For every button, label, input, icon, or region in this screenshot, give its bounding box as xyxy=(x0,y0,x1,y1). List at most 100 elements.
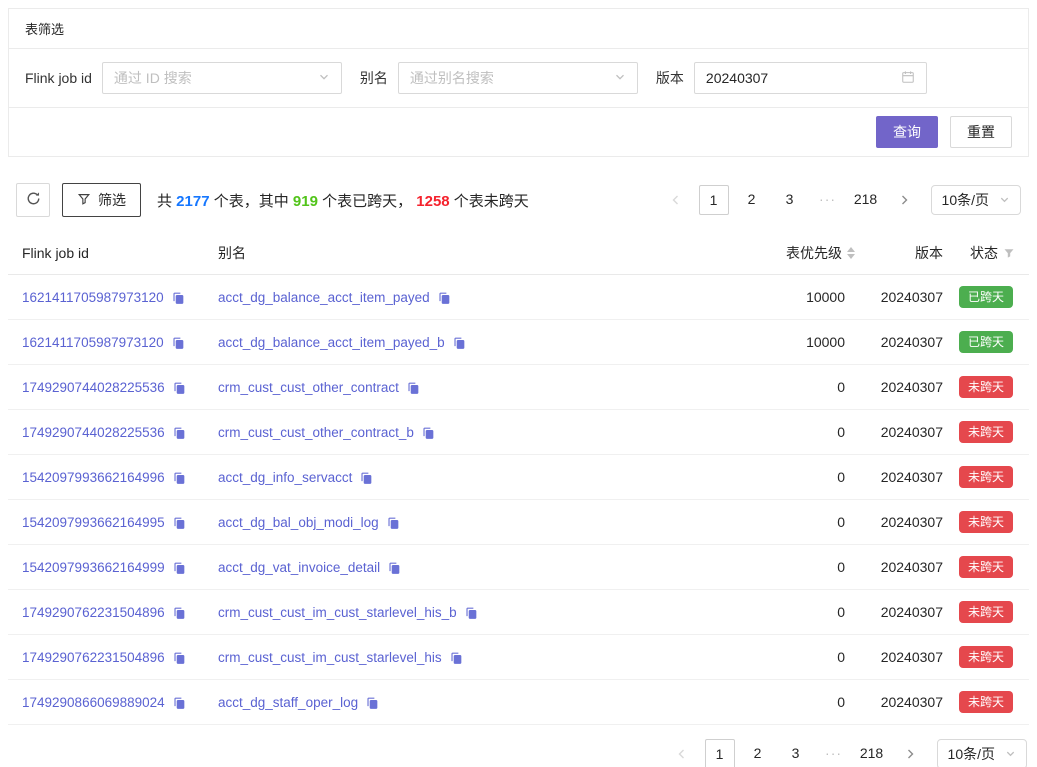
page-size-select[interactable]: 10条/页 xyxy=(931,185,1021,215)
chevron-down-icon xyxy=(1005,746,1016,762)
table-row: 1749290866069889024 acct_dg_staff_oper_lo… xyxy=(8,680,1029,725)
copy-icon[interactable] xyxy=(172,696,186,710)
priority-value: 0 xyxy=(735,424,855,440)
status-badge: 未跨天 xyxy=(959,691,1013,713)
job-id-link[interactable]: 1542097993662164996 xyxy=(22,470,165,485)
status-badge: 未跨天 xyxy=(959,556,1013,578)
job-id-link[interactable]: 1749290866069889024 xyxy=(22,695,165,710)
job-id-link[interactable]: 1749290744028225536 xyxy=(22,380,165,395)
next-page-button[interactable] xyxy=(889,185,919,215)
col-priority[interactable]: 表优先级 xyxy=(735,243,855,263)
page-button-2[interactable]: 2 xyxy=(737,185,767,215)
alias-field: 别名 通过别名搜索 xyxy=(360,62,656,94)
sort-carets-icon[interactable] xyxy=(847,247,855,259)
alias-link[interactable]: crm_cust_cust_im_cust_starlevel_his xyxy=(218,650,442,665)
page-button-3[interactable]: 3 xyxy=(781,739,811,767)
flink-job-id-placeholder: 通过 ID 搜索 xyxy=(114,68,192,88)
total-count: 2177 xyxy=(176,193,209,210)
copy-icon[interactable] xyxy=(172,651,186,665)
priority-value: 10000 xyxy=(735,334,855,350)
status-badge: 未跨天 xyxy=(959,511,1013,533)
summary-part: 个表已跨天， xyxy=(318,193,416,210)
alias-link[interactable]: crm_cust_cust_other_contract xyxy=(218,380,399,395)
results-table: Flink job id 别名 表优先级 版本 状态 1621411705987… xyxy=(8,231,1029,725)
refresh-icon xyxy=(26,191,41,209)
copy-icon[interactable] xyxy=(464,606,478,620)
flink-job-id-select[interactable]: 通过 ID 搜索 xyxy=(102,62,342,94)
alias-select[interactable]: 通过别名搜索 xyxy=(398,62,638,94)
version-date-input[interactable]: 20240307 xyxy=(694,62,927,94)
table-row: 1542097993662164996 acct_dg_info_servacct… xyxy=(8,455,1029,500)
page-size-select[interactable]: 10条/页 xyxy=(937,739,1027,767)
copy-icon[interactable] xyxy=(172,606,186,620)
page-button-1[interactable]: 1 xyxy=(705,739,735,767)
copy-icon[interactable] xyxy=(359,471,373,485)
copy-icon[interactable] xyxy=(421,426,435,440)
col-status-label: 状态 xyxy=(970,243,998,263)
filter-toggle-label: 筛选 xyxy=(98,190,126,210)
status-badge: 未跨天 xyxy=(959,376,1013,398)
alias-link[interactable]: acct_dg_bal_obj_modi_log xyxy=(218,515,379,530)
prev-page-button[interactable] xyxy=(667,739,697,767)
copy-icon[interactable] xyxy=(172,381,186,395)
page-button-218[interactable]: 218 xyxy=(851,185,881,215)
priority-value: 0 xyxy=(735,379,855,395)
table-row: 1621411705987973120 acct_dg_balance_acct_… xyxy=(8,320,1029,365)
refresh-button[interactable] xyxy=(16,183,50,217)
copy-icon[interactable] xyxy=(387,561,401,575)
job-id-link[interactable]: 1749290744028225536 xyxy=(22,425,165,440)
alias-link[interactable]: acct_dg_balance_acct_item_payed_b xyxy=(218,335,445,350)
prev-page-button[interactable] xyxy=(661,185,691,215)
alias-link[interactable]: acct_dg_balance_acct_item_payed xyxy=(218,290,430,305)
flink-job-id-label: Flink job id xyxy=(25,70,92,86)
chevron-down-icon xyxy=(999,192,1010,208)
col-status: 状态 xyxy=(951,243,1015,263)
status-badge: 未跨天 xyxy=(959,646,1013,668)
copy-icon[interactable] xyxy=(386,516,400,530)
next-page-button[interactable] xyxy=(895,739,925,767)
copy-icon[interactable] xyxy=(449,651,463,665)
copy-icon[interactable] xyxy=(171,291,185,305)
chevron-down-icon xyxy=(318,70,330,86)
filter-toggle-button[interactable]: 筛选 xyxy=(62,183,141,217)
page-button-1[interactable]: 1 xyxy=(699,185,729,215)
priority-value: 0 xyxy=(735,604,855,620)
status-filter-icon[interactable] xyxy=(1003,247,1015,259)
page-button-218[interactable]: 218 xyxy=(857,739,887,767)
job-id-link[interactable]: 1542097993662164999 xyxy=(22,560,165,575)
copy-icon[interactable] xyxy=(406,381,420,395)
copy-icon[interactable] xyxy=(452,336,466,350)
chevron-down-icon xyxy=(614,70,626,86)
summary-part: 共 xyxy=(157,193,176,210)
job-id-link[interactable]: 1621411705987973120 xyxy=(22,335,164,350)
priority-value: 10000 xyxy=(735,289,855,305)
query-button[interactable]: 查询 xyxy=(876,116,938,148)
job-id-link[interactable]: 1749290762231504896 xyxy=(22,650,165,665)
copy-icon[interactable] xyxy=(172,561,186,575)
copy-icon[interactable] xyxy=(437,291,451,305)
summary-text: 共 2177 个表，其中 919 个表已跨天， 1258 个表未跨天 xyxy=(157,190,529,211)
copy-icon[interactable] xyxy=(172,426,186,440)
alias-link[interactable]: acct_dg_info_servacct xyxy=(218,470,352,485)
reset-button[interactable]: 重置 xyxy=(950,116,1012,148)
copy-icon[interactable] xyxy=(365,696,379,710)
table-body: 1621411705987973120 acct_dg_balance_acct_… xyxy=(8,275,1029,725)
copy-icon[interactable] xyxy=(172,471,186,485)
copy-icon[interactable] xyxy=(171,336,185,350)
alias-link[interactable]: crm_cust_cust_other_contract_b xyxy=(218,425,414,440)
job-id-link[interactable]: 1542097993662164995 xyxy=(22,515,165,530)
alias-link[interactable]: crm_cust_cust_im_cust_starlevel_his_b xyxy=(218,605,457,620)
table-row: 1749290762231504896 crm_cust_cust_im_cust… xyxy=(8,635,1029,680)
job-id-link[interactable]: 1749290762231504896 xyxy=(22,605,165,620)
status-badge: 未跨天 xyxy=(959,466,1013,488)
table-row: 1621411705987973120 acct_dg_balance_acct_… xyxy=(8,275,1029,320)
table-row: 1749290744028225536 crm_cust_cust_other_c… xyxy=(8,410,1029,455)
alias-link[interactable]: acct_dg_staff_oper_log xyxy=(218,695,358,710)
copy-icon[interactable] xyxy=(172,516,186,530)
page-button-3[interactable]: 3 xyxy=(775,185,805,215)
job-id-link[interactable]: 1621411705987973120 xyxy=(22,290,164,305)
page-button-2[interactable]: 2 xyxy=(743,739,773,767)
version-value: 20240307 xyxy=(855,694,951,710)
table-row: 1542097993662164999 acct_dg_vat_invoice_d… xyxy=(8,545,1029,590)
alias-link[interactable]: acct_dg_vat_invoice_detail xyxy=(218,560,380,575)
